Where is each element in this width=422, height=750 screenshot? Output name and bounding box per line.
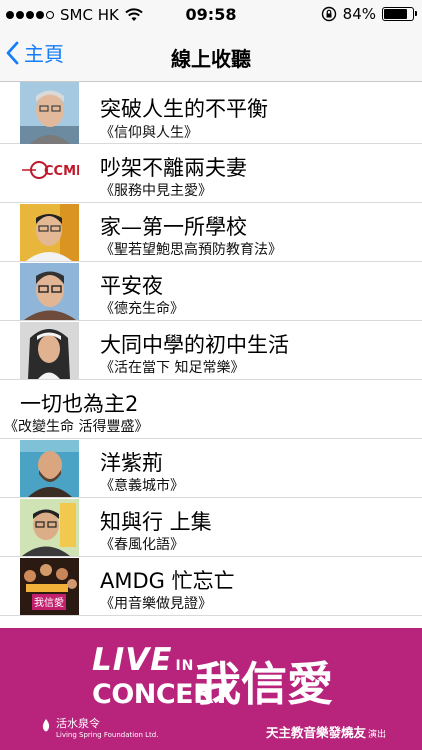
item-title: 突破人生的不平衡 [100, 97, 268, 121]
portrait-thumbnail [20, 82, 79, 144]
item-title: 吵架不離兩夫妻 [100, 156, 247, 180]
battery-percent: 84% [342, 5, 376, 23]
banner-live-text: LIVE IN [92, 642, 194, 678]
item-title: 一切也為主2 [20, 392, 139, 416]
poster-text: 我信愛 [34, 596, 64, 609]
item-subtitle: 《信仰與人生》 [100, 125, 198, 141]
item-subtitle: 《服務中見主愛》 [100, 183, 212, 199]
ccmf-logo: CCMF [20, 145, 79, 202]
flame-icon [42, 718, 50, 731]
item-subtitle: 《春風化語》 [100, 537, 184, 553]
presenter-name: 天主教音樂發燒友 [265, 725, 366, 740]
concert-poster-thumbnail: 我信愛 [20, 558, 79, 615]
rotation-lock-icon [321, 6, 336, 22]
banner-live: LIVE [92, 642, 173, 678]
item-subtitle: 《改變生命 活得豐盛》 [4, 419, 149, 435]
battery-icon [382, 7, 417, 21]
banner-in: IN [175, 658, 195, 674]
item-title: 家—第一所學校 [100, 215, 247, 239]
status-bar: SMC HK 09:58 84% [0, 0, 422, 30]
list-item[interactable]: 洋紫荊 《意義城市》 [0, 439, 422, 498]
portrait-thumbnail [20, 499, 79, 556]
list-item[interactable]: 突破人生的不平衡 《信仰與人生》 [0, 82, 422, 144]
portrait-thumbnail [20, 322, 79, 379]
banner-headline: 我信愛 [195, 657, 333, 711]
item-title: 洋紫荊 [100, 451, 163, 475]
list-item[interactable]: 大同中學的初中生活 《活在當下 知足常樂》 [0, 321, 422, 380]
item-title: AMDG 忙忘亡 [100, 569, 235, 593]
item-subtitle: 《用音樂做見證》 [100, 596, 212, 612]
item-subtitle: 《德充生命》 [100, 301, 184, 317]
item-title: 知與行 上集 [100, 510, 212, 534]
item-subtitle: 《意義城市》 [100, 478, 184, 494]
foundation-name-cn: 活水泉令 [56, 717, 100, 730]
portrait-thumbnail [20, 263, 79, 320]
ccmf-logo-text: CCMF [44, 164, 79, 179]
list-item[interactable]: 知與行 上集 《春風化語》 [0, 498, 422, 557]
page-title: 線上收聽 [171, 47, 251, 71]
list-item[interactable]: 一切也為主2 《改變生命 活得豐盛》 [0, 380, 422, 439]
portrait-thumbnail [20, 204, 79, 261]
banner-presenter: 天主教音樂發燒友 演出 [266, 722, 386, 741]
item-subtitle: 《聖若望鮑思高預防教育法》 [100, 242, 282, 258]
presenter-suffix: 演出 [367, 730, 386, 740]
list-item[interactable]: 我信愛 AMDG 忙忘亡 《用音樂做見證》 [0, 557, 422, 616]
item-title: 平安夜 [100, 274, 163, 298]
list-item[interactable]: CCMF 吵架不離兩夫妻 《服務中見主愛》 [0, 144, 422, 203]
list-item[interactable]: 家—第一所學校 《聖若望鮑思高預防教育法》 [0, 203, 422, 262]
foundation-name-en: Living Spring Foundation Ltd. [56, 731, 159, 739]
item-title: 大同中學的初中生活 [100, 333, 289, 357]
navigation-bar: 主頁 線上收聽 [0, 30, 422, 82]
portrait-thumbnail [20, 440, 79, 497]
concert-banner[interactable]: LIVE IN CONCERT 我信愛 活水泉令 Living Spring Fo… [0, 628, 422, 750]
foundation-logo: 活水泉令 Living Spring Foundation Ltd. [40, 712, 158, 739]
item-subtitle: 《活在當下 知足常樂》 [100, 360, 245, 376]
list-item[interactable]: 平安夜 《德充生命》 [0, 262, 422, 321]
program-list[interactable]: 突破人生的不平衡 《信仰與人生》 CCMF 吵架不離兩夫妻 《服務中見主愛》 [0, 82, 422, 628]
